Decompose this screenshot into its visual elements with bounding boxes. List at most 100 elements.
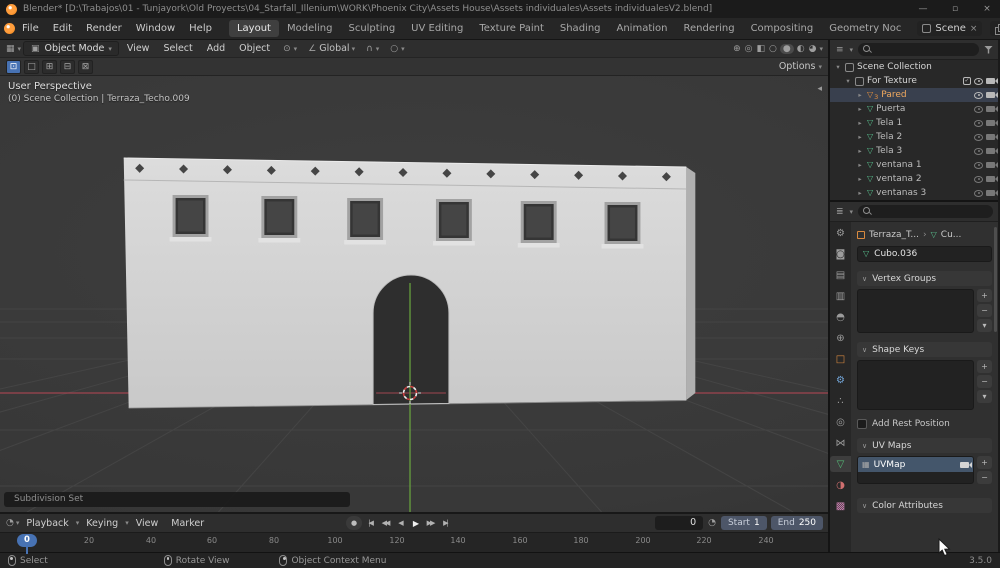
sidebar-collapse-icon[interactable]: ◂ (817, 84, 822, 94)
current-frame-field[interactable]: 0 (655, 516, 704, 531)
mode-dropdown[interactable]: ▣ Object Mode ▾ (23, 41, 119, 56)
gizmo-toggle-icon[interactable]: ⊕ (732, 44, 742, 54)
tab-modifiers[interactable]: ⚙ (830, 372, 851, 388)
tab-particles[interactable]: ∴ (830, 393, 851, 409)
menu-view[interactable]: View (121, 43, 156, 54)
disable-render-icon[interactable] (986, 120, 998, 126)
frame-end-field[interactable]: End 250 (770, 516, 823, 531)
options-dropdown-icon[interactable]: ▾ (818, 63, 822, 71)
tab-view-layer[interactable]: ▥ (830, 288, 851, 304)
hide-eye-icon[interactable] (974, 189, 983, 197)
play-button[interactable]: ▶ (408, 516, 422, 530)
outliner-row-ventana-2[interactable]: ▸ ▽ ventana 2 (830, 172, 998, 186)
jump-to-end-button[interactable]: ▶| (438, 516, 452, 530)
disable-render-icon[interactable] (986, 190, 998, 196)
outliner-row-tela-2[interactable]: ▸ ▽ Tela 2 (830, 130, 998, 144)
shape-key-remove-button[interactable]: − (977, 375, 992, 388)
expand-icon[interactable]: ▸ (856, 189, 864, 197)
expand-icon[interactable]: ▾ (834, 63, 842, 71)
scene-selector[interactable]: Scene × (917, 21, 983, 36)
transform-pivot-button[interactable]: ⊙ ▾ (278, 44, 301, 54)
vertex-groups-list[interactable] (857, 289, 974, 333)
jump-to-start-button[interactable]: |◀ (363, 516, 377, 530)
tab-material[interactable]: ◑ (830, 477, 851, 493)
breadcrumb-object[interactable]: Terraza_T... (869, 230, 919, 240)
expand-icon[interactable]: ▸ (856, 133, 864, 141)
hide-eye-icon[interactable] (974, 175, 983, 183)
tab-compositing[interactable]: Compositing (743, 20, 822, 37)
expand-icon[interactable]: ▸ (856, 91, 864, 99)
breadcrumb-data[interactable]: Cu... (941, 230, 962, 240)
hide-eye-icon[interactable] (974, 161, 983, 169)
tab-texture[interactable]: ▩ (830, 498, 851, 514)
app-menu-icon[interactable] (4, 23, 15, 34)
tab-tool[interactable]: ⚙ (830, 225, 851, 241)
shading-wireframe-icon[interactable]: ○ (768, 44, 778, 54)
shape-key-add-button[interactable]: + (977, 360, 992, 373)
outliner-row-tela-3[interactable]: ▸ ▽ Tela 3 (830, 144, 998, 158)
minimize-button[interactable]: — (910, 0, 936, 18)
shading-solid-icon[interactable]: ● (779, 43, 794, 54)
menu-keying[interactable]: Keying (80, 518, 124, 529)
select-mode-extend-button[interactable]: ⊞ (42, 59, 57, 74)
tab-geometry-nodes[interactable]: Geometry Noc (821, 20, 909, 37)
frame-start-field[interactable]: Start 1 (720, 516, 767, 531)
preview-range-clock-icon[interactable]: ◔ (707, 518, 717, 528)
operator-redo-panel[interactable]: Subdivision Set (4, 492, 350, 507)
shape-keys-list[interactable] (857, 360, 974, 410)
hide-eye-icon[interactable] (974, 119, 983, 127)
select-mode-new-button[interactable]: □ (24, 59, 39, 74)
expand-icon[interactable]: ▸ (856, 147, 864, 155)
tab-texture-paint[interactable]: Texture Paint (471, 20, 552, 37)
uvmap-remove-button[interactable]: − (977, 471, 992, 484)
disable-render-icon[interactable] (986, 176, 998, 182)
vertex-group-add-button[interactable]: + (977, 289, 992, 302)
disable-render-icon[interactable] (986, 78, 998, 84)
tab-object[interactable]: □ (830, 351, 851, 367)
uv-maps-list[interactable]: ▦ UVMap (857, 456, 974, 484)
tab-layout[interactable]: Layout (228, 20, 279, 37)
outliner-editor-dropdown-icon[interactable]: ▾ (850, 46, 854, 54)
menu-edit[interactable]: Edit (46, 18, 79, 39)
auto-key-button[interactable]: ● (346, 516, 362, 531)
uvmap-add-button[interactable]: + (977, 456, 992, 469)
tab-rendering[interactable]: Rendering (675, 20, 742, 37)
properties-editor-icon[interactable]: ≣ (835, 207, 845, 217)
prev-keyframe-button[interactable]: ◀◀ (378, 516, 392, 530)
hide-eye-icon[interactable] (974, 105, 983, 113)
vertex-group-specials-button[interactable]: ▾ (977, 319, 992, 332)
orientation-dropdown[interactable]: ∠ Global ▾ (303, 43, 359, 54)
timeline-ruler[interactable]: 0 20 40 60 80 100 120 140 160 180 200 22… (0, 532, 828, 555)
disable-render-icon[interactable] (986, 134, 998, 140)
properties-scrollbar[interactable] (994, 227, 997, 332)
proportional-edit-button[interactable]: ○ ▾ (385, 44, 408, 54)
expand-icon[interactable]: ▾ (844, 77, 852, 85)
timeline-editor-icon[interactable]: ◔ (5, 518, 15, 528)
disable-render-icon[interactable] (986, 148, 998, 154)
tab-render[interactable]: ◙ (830, 246, 851, 262)
next-keyframe-button[interactable]: ▶▶ (423, 516, 437, 530)
outliner-row-for-texture[interactable]: ▾ For Texture ✓ (830, 74, 998, 88)
hide-eye-icon[interactable] (974, 91, 983, 99)
hide-eye-icon[interactable] (974, 147, 983, 155)
data-name-field[interactable]: ▽ Cubo.036 (857, 246, 992, 262)
disable-render-icon[interactable] (986, 92, 998, 98)
tab-output[interactable]: ▤ (830, 267, 851, 283)
options-label[interactable]: Options (779, 61, 816, 72)
overlays-toggle-icon[interactable]: ◎ (744, 44, 754, 54)
tab-constraints[interactable]: ⋈ (830, 435, 851, 451)
scene-unlink-icon[interactable]: × (970, 24, 978, 34)
properties-editor-dropdown-icon[interactable]: ▾ (850, 208, 854, 216)
tab-physics[interactable]: ◎ (830, 414, 851, 430)
outliner-row-ventanas-3[interactable]: ▸ ▽ ventanas 3 (830, 186, 998, 200)
menu-select[interactable]: Select (157, 43, 198, 54)
outliner-row-tela-1[interactable]: ▸ ▽ Tela 1 (830, 116, 998, 130)
outliner-row-puerta[interactable]: ▸ ▽ Puerta (830, 102, 998, 116)
expand-icon[interactable]: ▸ (856, 119, 864, 127)
editor-type-icon[interactable]: ▦ (5, 44, 16, 54)
tab-object-data[interactable]: ▽ (830, 456, 851, 472)
shading-material-icon[interactable]: ◐ (796, 44, 806, 54)
menu-window[interactable]: Window (129, 18, 182, 39)
expand-icon[interactable]: ▸ (856, 175, 864, 183)
menu-playback[interactable]: Playback (20, 518, 74, 529)
